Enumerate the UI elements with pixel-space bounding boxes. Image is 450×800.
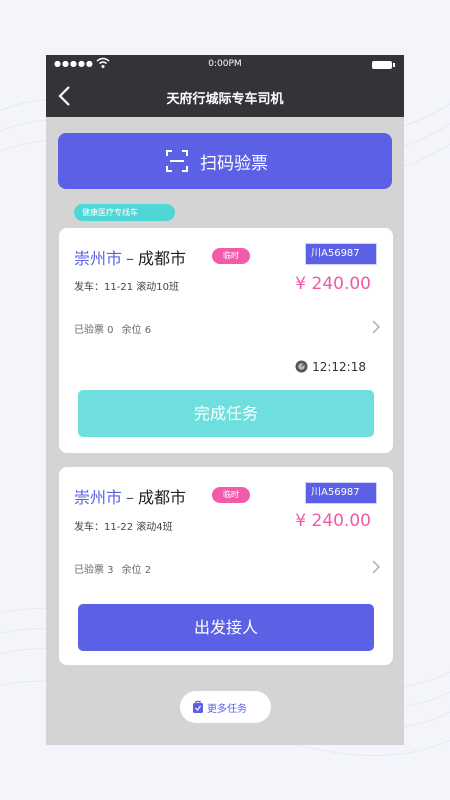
- navbar: 天府行城际专车司机: [46, 75, 404, 117]
- chevron-right-icon[interactable]: [371, 559, 381, 575]
- license-plate: 川A56987: [305, 482, 377, 504]
- task-bag-icon: [193, 700, 203, 713]
- route-from: 崇州市: [74, 249, 123, 268]
- chevron-right-icon[interactable]: [371, 319, 381, 335]
- seats-left: 余位 2: [121, 565, 152, 576]
- seats-left: 余位 6: [121, 325, 152, 336]
- service-tag: 健康医疗专线车: [74, 204, 175, 221]
- price: ¥ 240.00: [295, 274, 371, 294]
- scan-icon: [166, 150, 188, 172]
- countdown-time: 12:12:18: [312, 360, 366, 374]
- route-dash: –: [126, 249, 135, 268]
- scan-button-label: 扫码验票: [200, 154, 268, 174]
- status-bar: ●●●●● 0:00PM: [46, 55, 404, 75]
- page-title: 天府行城际专车司机: [166, 92, 284, 107]
- scan-ticket-button[interactable]: 扫码验票: [58, 133, 392, 189]
- route-dash: –: [126, 488, 135, 507]
- license-plate: 川A56987: [305, 243, 377, 265]
- route-to: 成都市: [138, 488, 187, 507]
- depart-pickup-button[interactable]: 出发接人: [78, 604, 374, 651]
- more-tasks-label: 更多任务: [207, 704, 247, 715]
- phone-screen: ●●●●● 0:00PM 天府行城际专车司机 扫码验票 健康医疗专线车 崇州市 –…: [46, 55, 404, 745]
- checked-count: 已验票 0: [74, 325, 114, 336]
- temporary-badge: 临时: [212, 487, 250, 503]
- countdown: 12:12:18: [295, 360, 366, 374]
- clock-icon: [295, 360, 308, 373]
- temporary-badge: 临时: [212, 248, 250, 264]
- status-time: 0:00PM: [208, 59, 242, 69]
- route: 崇州市 – 成都市: [74, 484, 186, 508]
- complete-task-button[interactable]: 完成任务: [78, 390, 374, 437]
- route: 崇州市 – 成都市: [74, 245, 186, 269]
- departure-info: 发车：11-22 滚动4班: [74, 522, 173, 533]
- battery-icon: [372, 61, 395, 69]
- route-to: 成都市: [138, 249, 187, 268]
- task-card: 崇州市 – 成都市 临时 川A56987 发车：11-21 滚动10班 ¥ 240.…: [59, 228, 393, 453]
- departure-info: 发车：11-21 滚动10班: [74, 282, 179, 293]
- more-tasks-button[interactable]: 更多任务: [180, 691, 271, 723]
- ticket-stats: 已验票 0 余位 6: [74, 321, 151, 336]
- price: ¥ 240.00: [295, 511, 371, 531]
- task-card: 崇州市 – 成都市 临时 川A56987 发车：11-22 滚动4班 ¥ 240.0…: [59, 467, 393, 665]
- checked-count: 已验票 3: [74, 565, 114, 576]
- route-from: 崇州市: [74, 488, 123, 507]
- ticket-stats: 已验票 3 余位 2: [74, 561, 151, 576]
